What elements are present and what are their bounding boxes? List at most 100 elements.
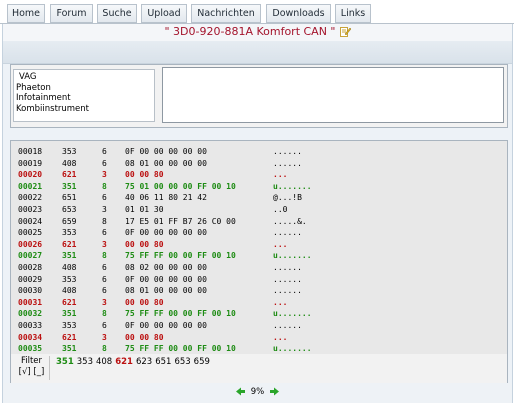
filter-id[interactable]: 659 xyxy=(194,357,210,367)
filter-id[interactable]: 351 xyxy=(56,357,74,367)
cell-num: 00019 xyxy=(18,158,43,168)
cell-len: 6 xyxy=(102,193,107,203)
cell-ascii: ... xyxy=(273,170,288,180)
cell-ascii: ...... xyxy=(273,274,302,284)
filter-id[interactable]: 651 xyxy=(155,357,171,367)
title-bar: " 3D0-920-881A Komfort CAN " xyxy=(3,24,512,41)
cell-num: 00024 xyxy=(18,216,43,226)
cell-data: 00 00 80 xyxy=(125,332,164,342)
vehicle-info: VAG Phaeton Infotainment Kombiinstrument xyxy=(13,69,155,122)
comment-field[interactable] xyxy=(162,67,504,123)
cell-data: 00 00 80 xyxy=(125,297,164,307)
cell-num: 00027 xyxy=(18,251,43,261)
filter-id[interactable]: 408 xyxy=(96,357,112,367)
cell-data: 75 01 00 00 00 FF 00 10 xyxy=(125,181,236,191)
cell-len: 8 xyxy=(102,181,107,191)
cell-data: 08 01 00 00 00 00 xyxy=(125,158,207,168)
can-log-table: 00018 353 6 0F 00 00 00 00 00...... 00019 408… xyxy=(10,140,508,356)
cell-len: 8 xyxy=(102,344,107,354)
cell-data: 01 01 30 xyxy=(125,205,164,214)
tab-upload[interactable]: Upload xyxy=(141,4,187,23)
cell-id: 353 xyxy=(62,274,77,284)
tab-suche[interactable]: Suche xyxy=(97,4,137,23)
cell-len: 6 xyxy=(102,274,107,284)
tab-links[interactable]: Links xyxy=(335,4,371,23)
tab-forum[interactable]: Forum xyxy=(50,4,93,23)
cell-num: 00025 xyxy=(18,228,43,238)
vehicle-info-panel: VAG Phaeton Infotainment Kombiinstrument xyxy=(10,64,508,128)
cell-data: 08 02 00 00 00 00 xyxy=(125,263,207,272)
prev-arrow-icon[interactable] xyxy=(236,387,246,396)
vehicle-model: Phaeton xyxy=(16,82,51,93)
cell-ascii: ...... xyxy=(273,228,302,238)
cell-data: 75 FF FF 00 00 FF 00 10 xyxy=(125,309,236,319)
cell-len: 3 xyxy=(102,170,107,180)
cell-num: 00030 xyxy=(18,286,43,296)
cell-ascii: u....... xyxy=(273,309,312,319)
cell-num: 00031 xyxy=(18,297,43,307)
filter-panel: Filter [√] [_] 351 353 408 621 623 651 653 659 xyxy=(10,354,508,384)
cell-id: 621 xyxy=(62,332,77,342)
cell-len: 8 xyxy=(102,251,107,261)
next-arrow-icon[interactable] xyxy=(269,387,279,396)
cell-id: 408 xyxy=(62,158,77,168)
cell-num: 00029 xyxy=(18,274,43,284)
page-title: " 3D0-920-881A Komfort CAN " xyxy=(164,25,336,38)
cell-num: 00034 xyxy=(18,332,43,342)
cell-num: 00026 xyxy=(18,239,43,249)
cell-id: 659 xyxy=(62,216,77,226)
cell-data: 0F 00 00 00 00 00 xyxy=(125,147,207,156)
cell-id: 353 xyxy=(62,147,77,156)
cell-ascii: ...... xyxy=(273,147,302,156)
cell-num: 00021 xyxy=(18,181,43,191)
filter-id[interactable]: 623 xyxy=(136,357,152,367)
filter-id[interactable]: 653 xyxy=(174,357,190,367)
tab-downloads[interactable]: Downloads xyxy=(266,4,331,23)
cell-id: 621 xyxy=(62,239,77,249)
pager: 9% xyxy=(3,386,512,398)
cell-id: 351 xyxy=(62,344,77,354)
cell-ascii: ...... xyxy=(273,158,302,168)
cell-num: 00032 xyxy=(18,309,43,319)
cell-ascii: .....&. xyxy=(273,216,307,226)
cell-len: 6 xyxy=(102,228,107,238)
tab-nachrichten[interactable]: Nachrichten xyxy=(191,4,261,23)
filter-id[interactable]: 621 xyxy=(115,357,133,367)
cell-ascii: ...... xyxy=(273,321,302,330)
cell-num: 00028 xyxy=(18,263,43,272)
cell-id: 351 xyxy=(62,181,77,191)
cell-data: 08 01 00 00 00 00 xyxy=(125,286,207,296)
cell-len: 8 xyxy=(102,216,107,226)
cell-id: 653 xyxy=(62,205,77,214)
cell-ascii: u....... xyxy=(273,344,312,354)
filter-id[interactable]: 353 xyxy=(77,357,93,367)
cell-data: 0F 00 00 00 00 00 xyxy=(125,321,207,330)
cell-len: 6 xyxy=(102,158,107,168)
cell-data: 0F 00 00 00 00 00 xyxy=(125,228,207,238)
cell-data: 40 06 11 80 21 42 xyxy=(125,193,207,203)
cell-data: 75 FF FF 00 00 FF 00 10 xyxy=(125,344,236,354)
cell-len: 3 xyxy=(102,205,107,214)
cell-data: 0F 00 00 00 00 00 xyxy=(125,274,207,284)
cell-num: 00023 xyxy=(18,205,43,214)
edit-icon[interactable] xyxy=(339,26,351,37)
vehicle-make: VAG xyxy=(19,72,37,82)
cell-id: 353 xyxy=(62,228,77,238)
filter-toggles[interactable]: [√] [_] xyxy=(14,367,49,378)
cell-id: 408 xyxy=(62,286,77,296)
tab-home[interactable]: Home xyxy=(7,4,45,23)
cell-num: 00022 xyxy=(18,193,43,203)
cell-num: 00020 xyxy=(18,170,43,180)
cell-data: 75 FF FF 00 00 FF 00 10 xyxy=(125,251,236,261)
content-frame: " 3D0-920-881A Komfort CAN " VAG Phaeton… xyxy=(2,24,513,403)
cell-len: 6 xyxy=(102,263,107,272)
cell-len: 6 xyxy=(102,147,107,156)
cell-data: 00 00 80 xyxy=(125,170,164,180)
cell-len: 6 xyxy=(102,286,107,296)
cell-num: 00035 xyxy=(18,344,43,354)
cell-ascii: @...!B xyxy=(273,193,302,203)
cell-id: 353 xyxy=(62,321,77,330)
cell-len: 8 xyxy=(102,309,107,319)
cell-len: 3 xyxy=(102,297,107,307)
cell-id: 651 xyxy=(62,193,77,203)
